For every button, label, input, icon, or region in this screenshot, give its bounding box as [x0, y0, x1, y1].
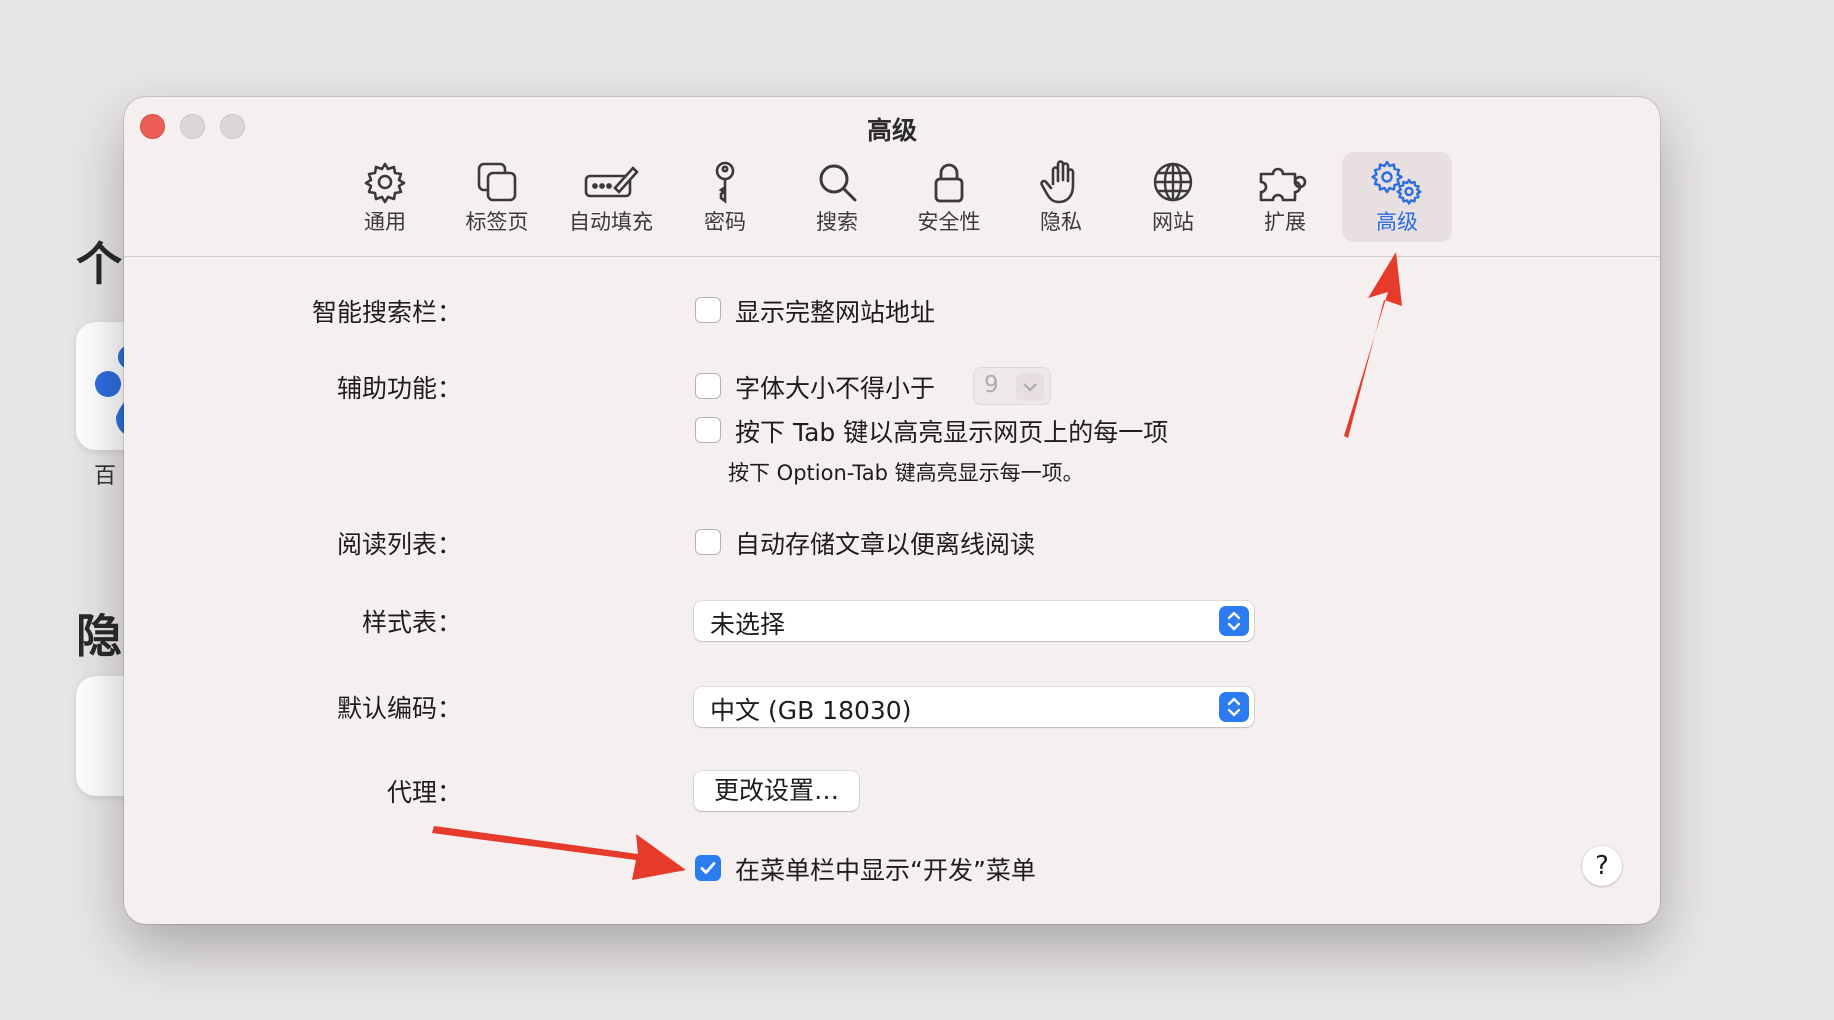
style-sheet-value: 未选择	[710, 610, 786, 639]
tab-label: 标签页	[465, 210, 529, 234]
min-font-size-checkbox[interactable]	[695, 373, 721, 399]
up-down-chevron-icon	[1219, 692, 1249, 722]
reading-list-label: 阅读列表：	[336, 530, 462, 559]
proxy-label: 代理：	[386, 778, 462, 807]
tab-privacy[interactable]: 隐私	[1006, 152, 1116, 242]
preferences-window: 高级 通用 标签页 自动填充 密码 搜索 安全性 隐私 网站 扩展 高级 智能搜…	[124, 97, 1660, 924]
tab-websites[interactable]: 网站	[1118, 152, 1228, 242]
tab-label: 通用	[364, 210, 406, 234]
tab-advanced[interactable]: 高级	[1342, 152, 1452, 242]
default-encoding-label: 默认编码：	[336, 694, 462, 723]
help-button[interactable]: ?	[1582, 846, 1622, 886]
background-heading-bottom: 隐	[76, 609, 122, 663]
style-sheet-popup[interactable]: 未选择	[694, 601, 1254, 641]
tab-tabs[interactable]: 标签页	[442, 152, 552, 242]
tab-highlight-text: 按下 Tab 键以高亮显示网页上的每一项	[735, 418, 1169, 447]
option-tab-note: 按下 Option-Tab 键高亮显示每一项。	[728, 461, 1084, 485]
tab-label: 安全性	[917, 210, 981, 234]
style-sheet-label: 样式表：	[361, 608, 462, 637]
tab-highlight-checkbox[interactable]	[695, 417, 721, 443]
lock-icon	[934, 163, 964, 203]
background-tile-label: 百	[94, 464, 117, 489]
min-font-size-text: 字体大小不得小于	[735, 374, 936, 403]
autofill-pen-icon	[584, 166, 639, 198]
tab-passwords[interactable]: 密码	[670, 152, 780, 242]
tab-label: 网站	[1152, 210, 1194, 234]
puzzle-icon	[1259, 167, 1307, 202]
tab-label: 密码	[704, 210, 746, 234]
save-offline-text: 自动存储文章以便离线阅读	[735, 530, 1036, 559]
up-down-chevron-icon	[1219, 606, 1249, 636]
tab-label: 隐私	[1040, 210, 1082, 234]
tab-extensions[interactable]: 扩展	[1230, 152, 1340, 242]
show-full-address-checkbox[interactable]	[695, 297, 721, 323]
tab-autofill[interactable]: 自动填充	[556, 152, 666, 242]
preferences-toolbar: 通用 标签页 自动填充 密码 搜索 安全性 隐私 网站 扩展 高级	[124, 152, 1660, 257]
min-font-size-value: 9	[984, 372, 999, 398]
tab-security[interactable]: 安全性	[894, 152, 1004, 242]
search-icon	[819, 164, 857, 202]
show-full-address-text: 显示完整网站地址	[735, 298, 936, 327]
save-offline-checkbox[interactable]	[695, 529, 721, 555]
gear-icon	[364, 162, 406, 204]
tab-label: 高级	[1376, 210, 1418, 234]
tab-search[interactable]: 搜索	[782, 152, 892, 242]
globe-icon	[1153, 162, 1193, 202]
default-encoding-value: 中文 (GB 18030)	[710, 696, 912, 725]
tabs-icon	[477, 162, 517, 202]
gears-icon	[1371, 160, 1422, 205]
show-develop-menu-checkbox[interactable]	[695, 855, 721, 881]
default-encoding-popup[interactable]: 中文 (GB 18030)	[694, 687, 1254, 727]
key-icon	[715, 161, 735, 204]
change-proxy-settings-button[interactable]: 更改设置…	[694, 771, 860, 811]
smart-search-label: 智能搜索栏：	[311, 298, 462, 327]
checkmark-icon	[700, 862, 716, 874]
tab-label: 扩展	[1264, 210, 1306, 234]
tab-label: 自动填充	[569, 210, 653, 234]
hand-icon	[1040, 160, 1075, 204]
tab-label: 搜索	[816, 210, 858, 234]
background-heading-top: 个	[76, 237, 122, 291]
window-title: 高级	[866, 116, 917, 145]
tab-general[interactable]: 通用	[330, 152, 440, 242]
show-develop-menu-text: 在菜单栏中显示“开发”菜单	[735, 856, 1036, 885]
accessibility-label: 辅助功能：	[336, 374, 462, 403]
chevron-down-icon	[1016, 373, 1044, 401]
min-font-size-select[interactable]: 9	[973, 367, 1051, 405]
